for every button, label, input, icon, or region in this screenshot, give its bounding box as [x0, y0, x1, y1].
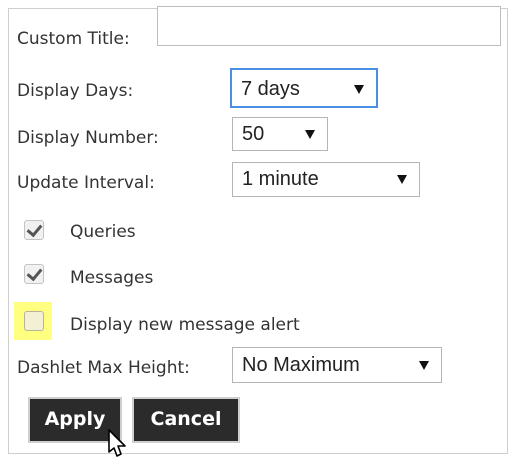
max-height-select[interactable]: No Maximum	[232, 347, 442, 383]
max-height-value: No Maximum	[242, 354, 360, 376]
display-number-label: Display Number:	[17, 128, 159, 148]
chevron-down-icon	[305, 130, 315, 139]
display-number-select[interactable]: 50	[232, 117, 328, 151]
cancel-button[interactable]: Cancel	[132, 397, 240, 443]
max-height-label: Dashlet Max Height:	[17, 358, 190, 378]
queries-label: Queries	[70, 222, 136, 242]
update-interval-select[interactable]: 1 minute	[232, 162, 420, 197]
display-days-label: Display Days:	[17, 81, 134, 101]
messages-label: Messages	[70, 268, 154, 288]
display-days-value: 7 days	[241, 78, 300, 100]
chevron-down-icon	[419, 361, 429, 370]
chevron-down-icon	[354, 85, 364, 94]
custom-title-label: Custom Title:	[17, 29, 130, 49]
checkmark-icon	[26, 220, 43, 238]
new-message-alert-label: Display new message alert	[70, 315, 300, 335]
display-number-value: 50	[242, 123, 265, 145]
chevron-down-icon	[397, 175, 407, 184]
queries-checkbox[interactable]	[24, 220, 44, 240]
update-interval-value: 1 minute	[242, 168, 319, 190]
checkmark-icon	[26, 264, 43, 282]
messages-checkbox[interactable]	[24, 264, 44, 284]
new-message-alert-checkbox[interactable]	[24, 311, 44, 331]
custom-title-input[interactable]	[157, 6, 501, 46]
display-days-select[interactable]: 7 days	[230, 68, 378, 108]
pointer-arrow-icon	[108, 429, 126, 457]
update-interval-label: Update Interval:	[17, 173, 155, 193]
